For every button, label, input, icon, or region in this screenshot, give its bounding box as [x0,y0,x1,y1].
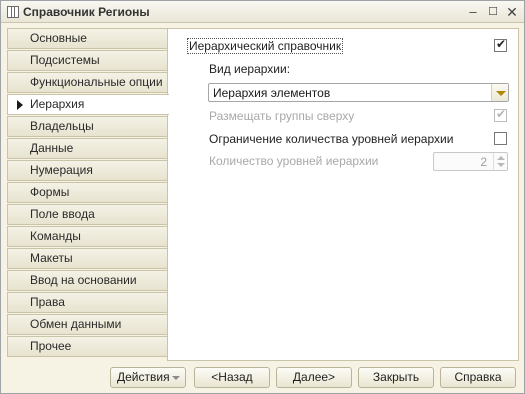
limit-levels-label: Ограничение количества уровней иерархии [209,132,454,146]
tab-data[interactable]: Данные [7,138,168,159]
tab-forms[interactable]: Формы [7,182,168,203]
tab-label: Ввод на основании [30,273,137,287]
maximize-icon[interactable]: ☐ [485,4,501,20]
tab-label: Нумерация [30,163,93,177]
tab-data-exchange[interactable]: Обмен данными [7,314,168,335]
tab-label: Прочее [30,339,72,353]
next-button[interactable]: Далее> [276,367,352,388]
tab-main[interactable]: Основные [7,28,168,49]
title-bar: Справочник Регионы – ☐ ✕ [1,1,524,23]
tab-commands[interactable]: Команды [7,226,168,247]
tab-other[interactable]: Прочее [7,336,168,357]
tab-label: Макеты [30,251,73,265]
tab-input-by-basis[interactable]: Ввод на основании [7,270,168,291]
chevron-down-icon[interactable] [491,84,508,101]
tab-input-field[interactable]: Поле ввода [7,204,168,225]
levels-count-value: 2 [480,155,487,169]
dialog-window: Справочник Регионы – ☐ ✕ Основные Подсис… [0,0,525,394]
tab-owners[interactable]: Владельцы [7,116,168,137]
next-label: Далее> [292,370,336,384]
tab-label: Владельцы [30,119,94,133]
levels-count-stepper[interactable]: 2 [433,152,508,171]
tab-label: Функциональные опции [30,75,163,89]
hierarchy-type-value: Иерархия элементов [213,86,331,100]
chevron-down-icon [172,376,180,380]
close-button[interactable]: Закрыть [358,367,434,388]
check-icon: ✔ [496,37,507,51]
limit-levels-checkbox[interactable] [494,132,507,145]
tab-label: Команды [30,229,81,243]
tab-numbering[interactable]: Нумерация [7,160,168,181]
tab-label: Обмен данными [30,317,122,331]
list-icon [7,6,19,18]
tab-subsystems[interactable]: Подсистемы [7,50,168,71]
tab-label: Иерархия [30,97,85,111]
place-groups-checkbox[interactable]: ✔ [494,107,507,122]
close-icon[interactable]: ✕ [504,4,520,20]
tab-functional-options[interactable]: Функциональные опции [7,72,168,93]
tab-hierarchy[interactable]: Иерархия [7,94,169,115]
hierarchical-label[interactable]: Иерархический справочник [187,38,344,54]
help-button[interactable]: Справка [440,367,516,388]
back-button[interactable]: <Назад [194,367,270,388]
levels-count-label: Количество уровней иерархии [209,154,379,168]
actions-button[interactable]: Действия [110,367,186,388]
check-icon: ✔ [496,107,507,121]
tab-label: Основные [30,31,87,45]
tab-label: Поле ввода [30,207,95,221]
triangle-right-icon [17,100,23,110]
chevron-down-icon[interactable] [497,163,505,167]
tab-label: Данные [30,141,74,155]
help-label: Справка [454,370,502,384]
tab-rights[interactable]: Права [7,292,168,313]
section-tabs: Основные Подсистемы Функциональные опции… [7,28,169,361]
tab-templates[interactable]: Макеты [7,248,168,269]
hierarchical-checkbox[interactable]: ✔ [494,37,507,52]
stepper-buttons[interactable] [493,153,507,170]
place-groups-label: Размещать группы сверху [209,109,355,123]
hierarchy-type-select[interactable]: Иерархия элементов [208,83,509,102]
tab-label: Подсистемы [30,53,100,67]
close-label: Закрыть [372,370,420,384]
tab-label: Права [30,295,65,309]
chevron-up-icon[interactable] [497,156,505,160]
tab-label: Формы [30,185,70,199]
back-label: <Назад [211,370,253,384]
window-title: Справочник Регионы [23,5,150,19]
hierarchy-panel [167,28,519,361]
hierarchy-type-label: Вид иерархии: [209,62,291,76]
actions-label: Действия [117,370,170,384]
minimize-icon[interactable]: – [465,4,481,20]
